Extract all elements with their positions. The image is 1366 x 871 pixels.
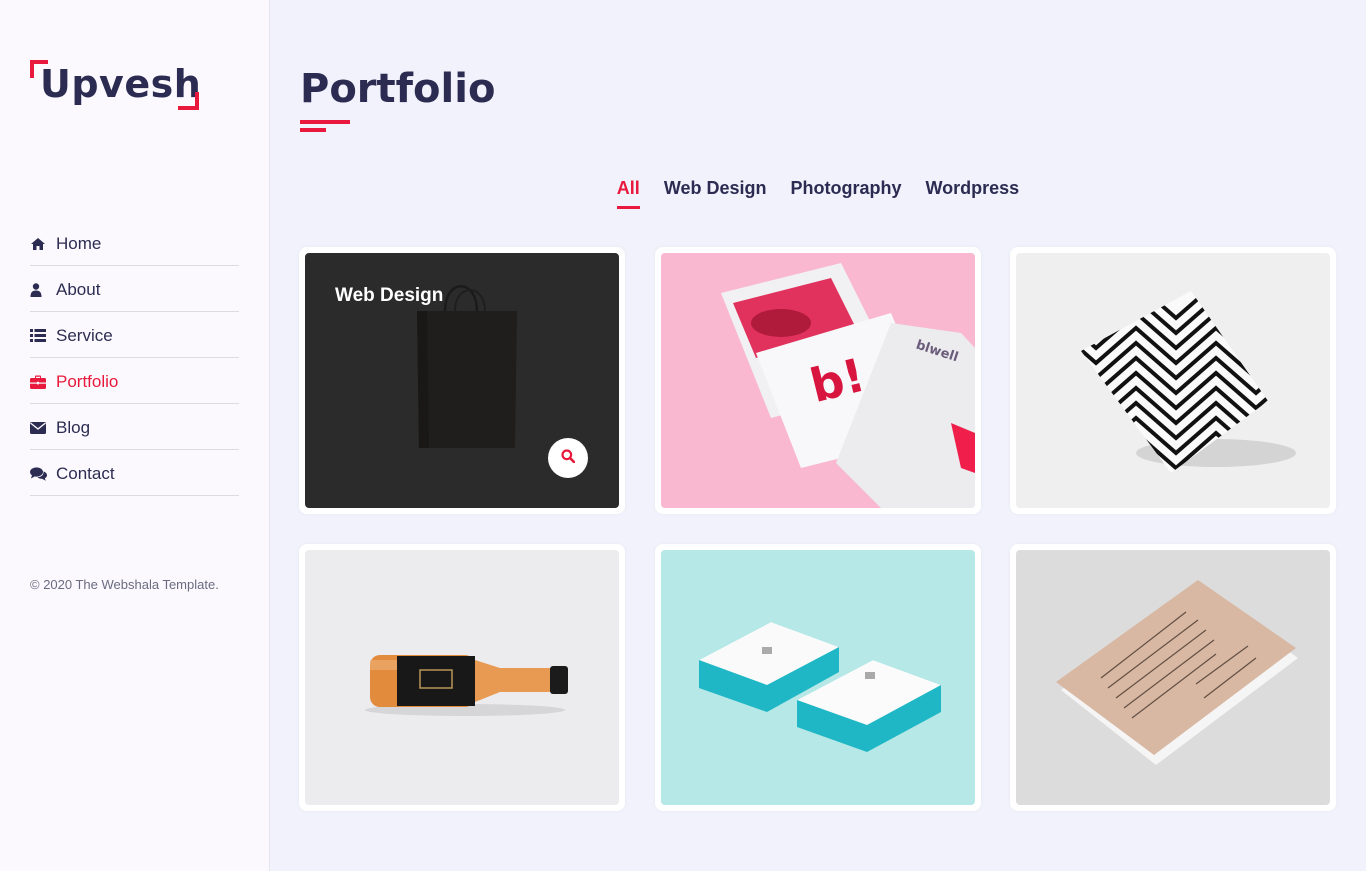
home-icon xyxy=(30,237,56,251)
nav-item-label: Contact xyxy=(56,463,115,483)
portfolio-image-zigzag-poster xyxy=(1016,253,1330,508)
title-underline xyxy=(300,120,350,124)
filter-photography[interactable]: Photography xyxy=(791,178,902,207)
portfolio-item[interactable] xyxy=(1010,247,1336,514)
portfolio-item[interactable] xyxy=(299,544,625,811)
filter-web-design[interactable]: Web Design xyxy=(664,178,767,207)
sidebar: Upvesh Home About Service Portfolio Blog… xyxy=(0,0,270,871)
portfolio-item[interactable] xyxy=(1010,544,1336,811)
page-title: Portfolio xyxy=(300,66,496,112)
portfolio-filters: All Web Design Photography Wordpress xyxy=(300,178,1336,209)
portfolio-item-category: Web Design xyxy=(335,285,444,306)
nav-item-label: Home xyxy=(56,233,102,253)
portfolio-image-book xyxy=(1016,550,1330,805)
nav-item-label: Service xyxy=(56,325,113,345)
nav-item-home[interactable]: Home xyxy=(30,220,239,266)
list-icon xyxy=(30,329,56,342)
portfolio-item[interactable]: b! blwell xyxy=(655,247,981,514)
envelope-icon xyxy=(30,421,56,434)
portfolio-image-pink-stationery: b! blwell xyxy=(661,253,975,508)
copyright-text: © 2020 The Webshala Template. xyxy=(30,577,219,592)
nav-item-label: Portfolio xyxy=(56,371,119,391)
title-underline-short xyxy=(300,128,326,132)
briefcase-icon xyxy=(30,375,56,389)
portfolio-item[interactable] xyxy=(655,544,981,811)
nav-item-service[interactable]: Service xyxy=(30,312,239,358)
zoom-button[interactable] xyxy=(548,438,588,478)
portfolio-image-paper-bag: Web Design xyxy=(305,253,619,508)
user-icon xyxy=(30,282,56,297)
logo[interactable]: Upvesh xyxy=(30,60,201,110)
portfolio-image-business-cards xyxy=(661,550,975,805)
comments-icon xyxy=(30,466,56,481)
portfolio-image-bottle xyxy=(305,550,619,805)
nav-item-label: About xyxy=(56,279,101,299)
sidebar-nav: Home About Service Portfolio Blog Contac… xyxy=(30,220,239,496)
search-icon xyxy=(561,448,576,468)
filter-wordpress[interactable]: Wordpress xyxy=(926,178,1020,207)
nav-item-blog[interactable]: Blog xyxy=(30,404,239,450)
nav-item-about[interactable]: About xyxy=(30,266,239,312)
nav-item-contact[interactable]: Contact xyxy=(30,450,239,496)
portfolio-item[interactable]: Web Design xyxy=(299,247,625,514)
nav-item-label: Blog xyxy=(56,417,91,437)
nav-item-portfolio[interactable]: Portfolio xyxy=(30,358,239,404)
logo-corner-bottom-right xyxy=(178,92,199,110)
filter-all[interactable]: All xyxy=(616,178,640,209)
